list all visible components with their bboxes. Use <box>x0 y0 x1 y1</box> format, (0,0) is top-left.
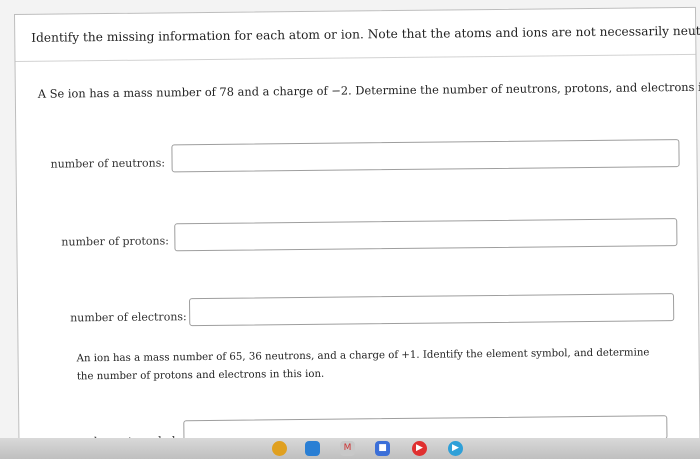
chrome-icon[interactable] <box>272 441 287 456</box>
screen: Identify the missing information for eac… <box>0 0 700 459</box>
protons-input[interactable] <box>174 218 678 252</box>
neutrons-input[interactable] <box>171 139 680 173</box>
youtube-icon[interactable]: ▶ <box>412 441 427 456</box>
instructions-text: Identify the missing information for eac… <box>31 23 700 45</box>
electrons-input[interactable] <box>188 293 675 327</box>
neutrons-label: number of neutrons: <box>50 156 166 171</box>
taskbar: M ■ ▶ ▶ <box>0 438 700 459</box>
gmail-icon[interactable]: M <box>340 441 355 456</box>
edge-icon[interactable] <box>305 441 320 456</box>
question-1-prompt: A Se ion has a mass number of 78 and a c… <box>37 79 700 101</box>
question-2-prompt: An ion has a mass number of 65, 36 neutr… <box>76 347 650 383</box>
docs-icon[interactable]: ■ <box>375 441 390 456</box>
play-icon[interactable]: ▶ <box>448 441 463 456</box>
question-card: Identify the missing information for eac… <box>14 6 700 459</box>
divider <box>15 53 696 62</box>
protons-label: number of protons: <box>61 234 169 249</box>
electrons-label: number of electrons: <box>70 310 187 325</box>
